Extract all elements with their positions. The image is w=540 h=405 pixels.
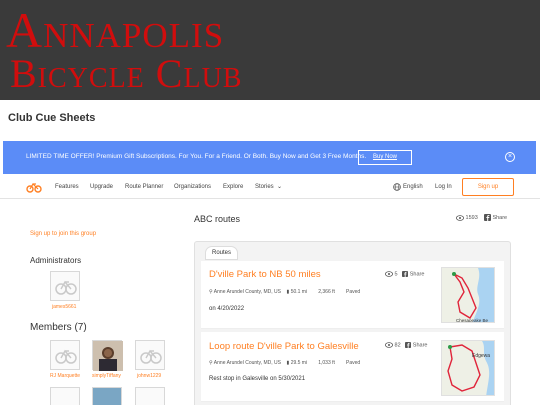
logo-line-1: Annapolis [6, 2, 225, 58]
avatar[interactable] [92, 387, 122, 405]
nav-organizations[interactable]: Organizations [174, 184, 211, 190]
route-meta: ⚲ Anne Arundel County, MD, US ▮ 50.1 mi … [209, 289, 360, 295]
rwgps-logo-icon[interactable] [26, 182, 42, 193]
facebook-icon[interactable] [483, 214, 491, 221]
member-name[interactable]: simplyTiffany [92, 373, 121, 379]
page-title: Club Cue Sheets [8, 112, 96, 124]
route-title[interactable]: D'ville Park to NB 50 miles [209, 269, 321, 280]
join-group-link[interactable]: Sign up to join this group [30, 231, 96, 237]
member-name[interactable]: RJ Marquette [50, 373, 80, 379]
distance-icon: ▮ [286, 289, 290, 295]
route-description: on 4/20/2022 [209, 306, 245, 312]
route-surface: Paved [346, 360, 361, 366]
eye-icon [385, 271, 393, 277]
route-elevation: 2,366 ft [318, 289, 335, 295]
route-views-count: 82 [394, 342, 401, 349]
route-surface: Paved [346, 289, 361, 295]
route-title[interactable]: Loop route D'ville Park to Galesville [209, 341, 359, 352]
avatar[interactable] [50, 340, 80, 370]
globe-icon[interactable] [393, 183, 401, 191]
route-map-thumbnail[interactable]: Chesapeake Be [441, 267, 495, 323]
route-card[interactable]: Loop route D'ville Park to Galesville 82… [201, 332, 504, 402]
avatar[interactable] [135, 387, 165, 405]
nav-stories[interactable]: Stories [255, 184, 274, 190]
facebook-icon[interactable] [402, 271, 409, 277]
route-elevation: 1,033 ft [318, 360, 335, 366]
nav-explore[interactable]: Explore [223, 184, 243, 190]
language-selector[interactable]: English [403, 184, 423, 190]
group-stats: 1593 Share [456, 214, 507, 221]
route-actions: 82 Share [385, 342, 427, 348]
route-map-thumbnail[interactable]: Edgewa [441, 340, 495, 396]
profile-photo [93, 341, 123, 371]
avatar[interactable] [92, 340, 123, 371]
admin-name[interactable]: james5661 [52, 304, 76, 310]
eye-icon [385, 342, 393, 348]
group-title: ABC routes [194, 214, 241, 224]
chevron-down-icon[interactable]: ⌄ [277, 183, 282, 190]
nav-upgrade[interactable]: Upgrade [90, 184, 113, 190]
eye-icon [456, 214, 464, 221]
signup-button[interactable]: Sign up [462, 178, 514, 196]
location-pin-icon: ⚲ [209, 289, 213, 295]
route-views-count: 5 [394, 271, 398, 278]
tab-routes[interactable]: Routes [205, 246, 238, 260]
logo-line-2: Bicycle Club [10, 51, 243, 96]
close-icon[interactable]: × [505, 152, 515, 162]
facebook-icon[interactable] [405, 342, 412, 348]
top-nav: Features Upgrade Route Planner Organizat… [0, 177, 540, 199]
club-logo[interactable]: Annapolis Bicycle Club [6, 4, 346, 96]
bike-placeholder-icon [140, 349, 162, 364]
nav-route-planner[interactable]: Route Planner [125, 184, 163, 190]
route-location: Anne Arundel County, MD, US [213, 289, 281, 295]
club-banner: Annapolis Bicycle Club [0, 0, 540, 100]
login-link[interactable]: Log In [435, 184, 452, 190]
buy-now-button[interactable]: Buy Now [358, 150, 412, 165]
distance-icon: ▮ [286, 360, 290, 366]
promo-bar: LIMITED TIME OFFER! Premium Gift Subscri… [3, 141, 536, 174]
administrators-heading: Administrators [30, 256, 82, 265]
members-heading: Members (7) [30, 322, 87, 333]
bike-placeholder-icon [55, 349, 77, 364]
avatar[interactable] [50, 271, 80, 301]
route-location: Anne Arundel County, MD, US [213, 360, 281, 366]
route-meta: ⚲ Anne Arundel County, MD, US ▮ 29.5 mi … [209, 360, 360, 366]
route-map: Chesapeake Be [442, 268, 494, 323]
route-share-link[interactable]: Share [410, 271, 425, 277]
route-card[interactable]: D'ville Park to NB 50 miles 5 Share ⚲ An… [201, 261, 504, 329]
map-label: Chesapeake Be [456, 318, 489, 323]
group-views-count: 1593 [465, 214, 478, 221]
group-share-link[interactable]: Share [492, 215, 507, 221]
avatar[interactable] [135, 340, 165, 370]
member-name[interactable]: johnw1229 [137, 373, 161, 379]
avatar[interactable] [50, 387, 80, 405]
nav-features[interactable]: Features [55, 184, 79, 190]
map-label: Edgewa [472, 353, 490, 359]
bike-placeholder-icon [55, 280, 77, 295]
route-distance: 50.1 mi [290, 289, 308, 295]
route-actions: 5 Share [385, 271, 424, 277]
location-pin-icon: ⚲ [209, 360, 213, 366]
route-description: Rest stop in Galesville on 5/30/2021 [209, 376, 306, 382]
promo-text: LIMITED TIME OFFER! Premium Gift Subscri… [26, 153, 367, 160]
route-map: Edgewa [442, 341, 494, 395]
route-distance: 29.5 mi [290, 360, 308, 366]
route-share-link[interactable]: Share [413, 342, 428, 348]
